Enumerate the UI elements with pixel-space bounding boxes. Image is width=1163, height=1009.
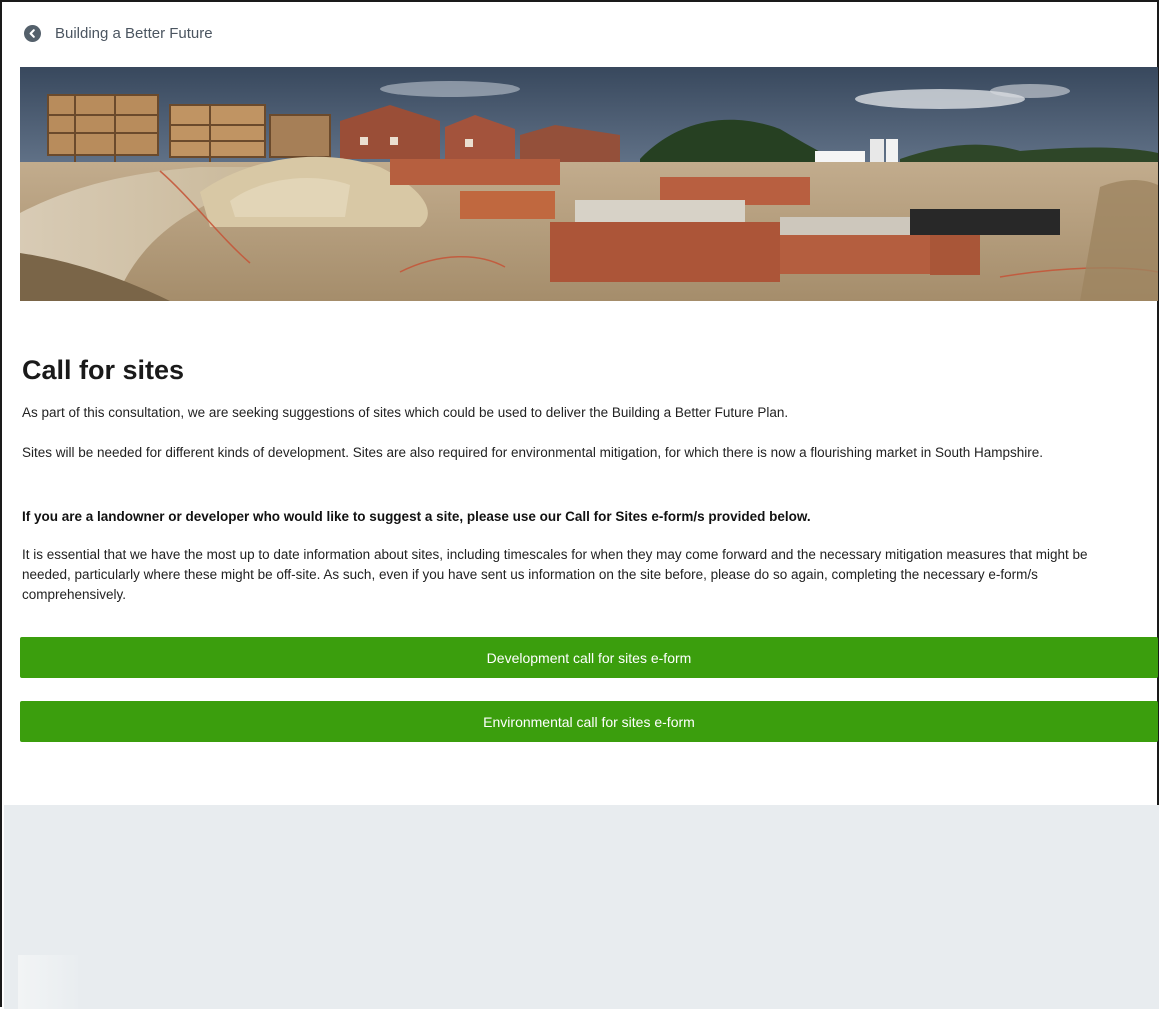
main-content: Call for sites As part of this consultat… xyxy=(22,342,1140,602)
page-title: Call for sites xyxy=(22,355,185,385)
eform-instruction-paragraph: If you are a landowner or developer who … xyxy=(22,509,811,524)
back-link[interactable]: Building a Better Future xyxy=(24,22,213,44)
sites-needed-paragraph: Sites will be needed for different kinds… xyxy=(22,445,1044,460)
up-to-date-info-paragraph: It is essential that we have the most up… xyxy=(22,547,1088,602)
arrow-left-circle-icon xyxy=(24,24,41,42)
banner-image xyxy=(20,67,1158,301)
footer-area xyxy=(4,805,1159,1009)
intro-paragraph: As part of this consultation, we are see… xyxy=(22,405,789,420)
back-link-label: Building a Better Future xyxy=(55,24,213,42)
environmental-call-for-sites-button[interactable]: Environmental call for sites e-form xyxy=(20,701,1158,742)
development-call-for-sites-button[interactable]: Development call for sites e-form xyxy=(20,637,1158,678)
page-frame: Building a Better Future Call for sites … xyxy=(0,0,1159,1009)
footer-decoration xyxy=(18,955,78,1009)
